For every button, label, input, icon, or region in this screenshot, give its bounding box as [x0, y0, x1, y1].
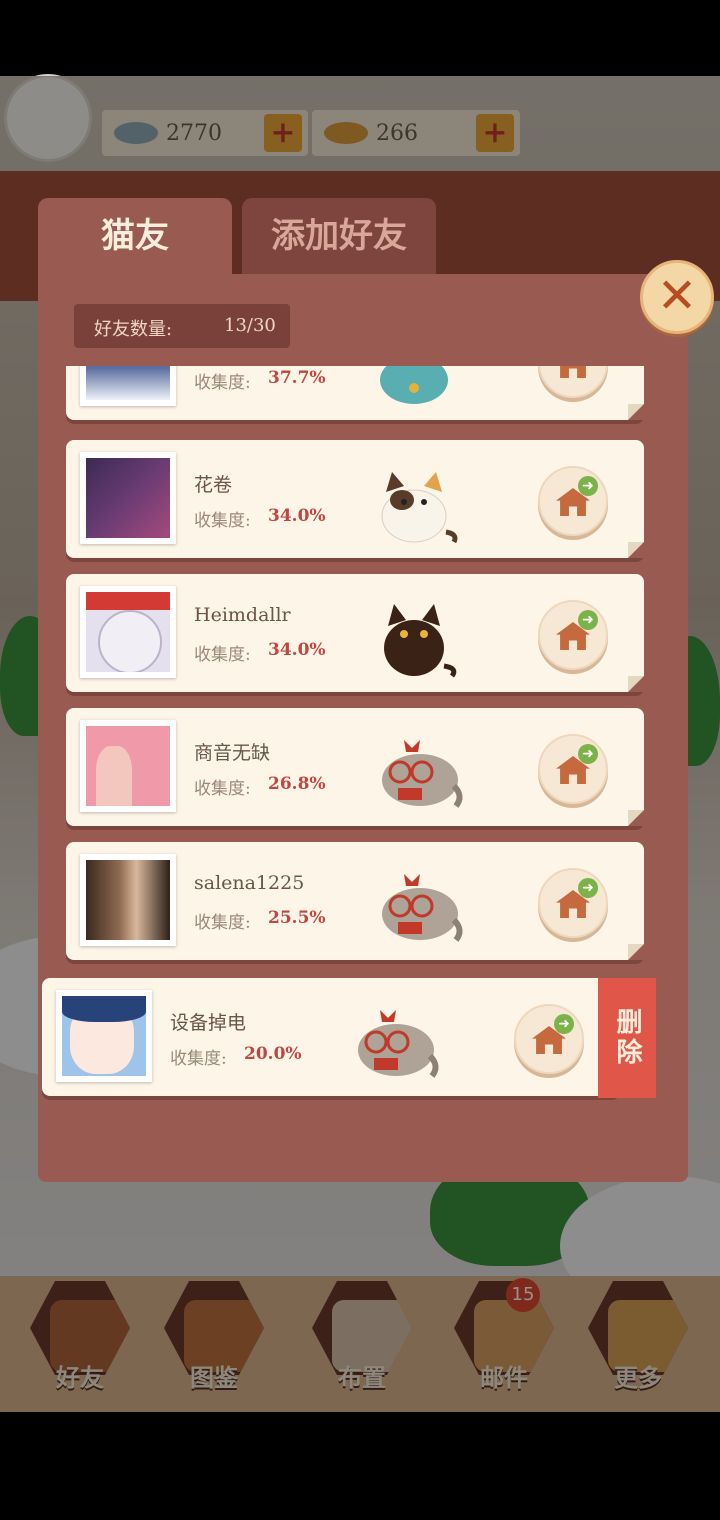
- visit-home-button[interactable]: ➜: [538, 868, 608, 938]
- close-icon: ✕: [656, 268, 698, 324]
- friend-card: salena1225 收集度: 25.5% ➜: [66, 842, 644, 960]
- collection-label: 收集度:: [194, 913, 251, 933]
- friend-avatar[interactable]: [80, 452, 176, 544]
- visit-home-button[interactable]: ➜: [514, 1004, 584, 1074]
- friend-count-value: 13/30: [224, 315, 276, 336]
- friend-card: 花卷 收集度: 34.0% ➜: [66, 440, 644, 558]
- friend-card: 设备掉电 收集度: 20.0% ➜: [42, 978, 620, 1096]
- collection-value: 34.0%: [268, 506, 326, 526]
- black-cat-icon: [384, 604, 457, 678]
- arrow-right-icon: ➜: [578, 476, 598, 496]
- arrow-right-icon: ➜: [578, 878, 598, 898]
- collection-value: 20.0%: [244, 1044, 302, 1064]
- visit-home-button[interactable]: ➜: [538, 600, 608, 670]
- friend-avatar[interactable]: [80, 854, 176, 946]
- friend-card: 商音无缺 收集度: 26.8% ➜: [66, 708, 644, 826]
- collection-label: 收集度:: [194, 779, 251, 799]
- visit-home-button[interactable]: ➜: [538, 466, 608, 536]
- collection-value: 25.5%: [268, 908, 326, 928]
- collection-label: 收集度:: [194, 373, 251, 393]
- collection-label: 收集度:: [194, 511, 251, 531]
- friend-name: salena1225: [194, 872, 305, 894]
- tab-friends[interactable]: 猫友: [38, 198, 232, 276]
- friend-name: Heimdallr: [194, 604, 291, 626]
- friend-card: Heimdallr 收集度: 34.0% ➜: [66, 574, 644, 692]
- friend-avatar[interactable]: [80, 366, 176, 406]
- tab-friends-label: 猫友: [101, 216, 169, 256]
- friend-avatar[interactable]: [80, 586, 176, 678]
- friend-name: 设备掉电: [170, 1012, 247, 1034]
- friend-count-box: 好友数量: 13/30: [74, 304, 290, 348]
- tab-add-friend-label: 添加好友: [271, 216, 407, 256]
- collection-label: 收集度:: [194, 645, 251, 665]
- teal-cat-icon: [380, 366, 448, 404]
- arrow-right-icon: ➜: [554, 1014, 574, 1034]
- delete-friend-button[interactable]: 删除: [598, 978, 656, 1098]
- friend-card: 收集度: 37.7%: [66, 366, 644, 420]
- collection-value: 34.0%: [268, 640, 326, 660]
- glasses-cat-icon: [382, 874, 463, 942]
- close-button[interactable]: ✕: [640, 260, 714, 334]
- arrow-right-icon: ➜: [578, 744, 598, 764]
- house-icon: [556, 366, 590, 378]
- friend-avatar[interactable]: [80, 720, 176, 812]
- arrow-right-icon: ➜: [578, 610, 598, 630]
- friend-name: 花卷: [194, 474, 233, 496]
- friend-name: 商音无缺: [194, 742, 271, 764]
- visit-home-button[interactable]: ➜: [538, 734, 608, 804]
- collection-value: 37.7%: [268, 368, 326, 388]
- tab-add-friend[interactable]: 添加好友: [242, 198, 436, 276]
- friend-list[interactable]: 收集度: 37.7% 花卷 收集度: 34.0% ➜ Heimdallr 收集度…: [40, 366, 680, 1106]
- friend-count-label: 好友数量:: [94, 319, 173, 340]
- visit-home-button[interactable]: [538, 366, 608, 398]
- glasses-cat-icon: [358, 1010, 439, 1078]
- glasses-cat-icon: [382, 740, 463, 808]
- friend-avatar[interactable]: [56, 990, 152, 1082]
- collection-value: 26.8%: [268, 774, 326, 794]
- collection-label: 收集度:: [170, 1049, 227, 1069]
- calico-cat-icon: [381, 472, 458, 544]
